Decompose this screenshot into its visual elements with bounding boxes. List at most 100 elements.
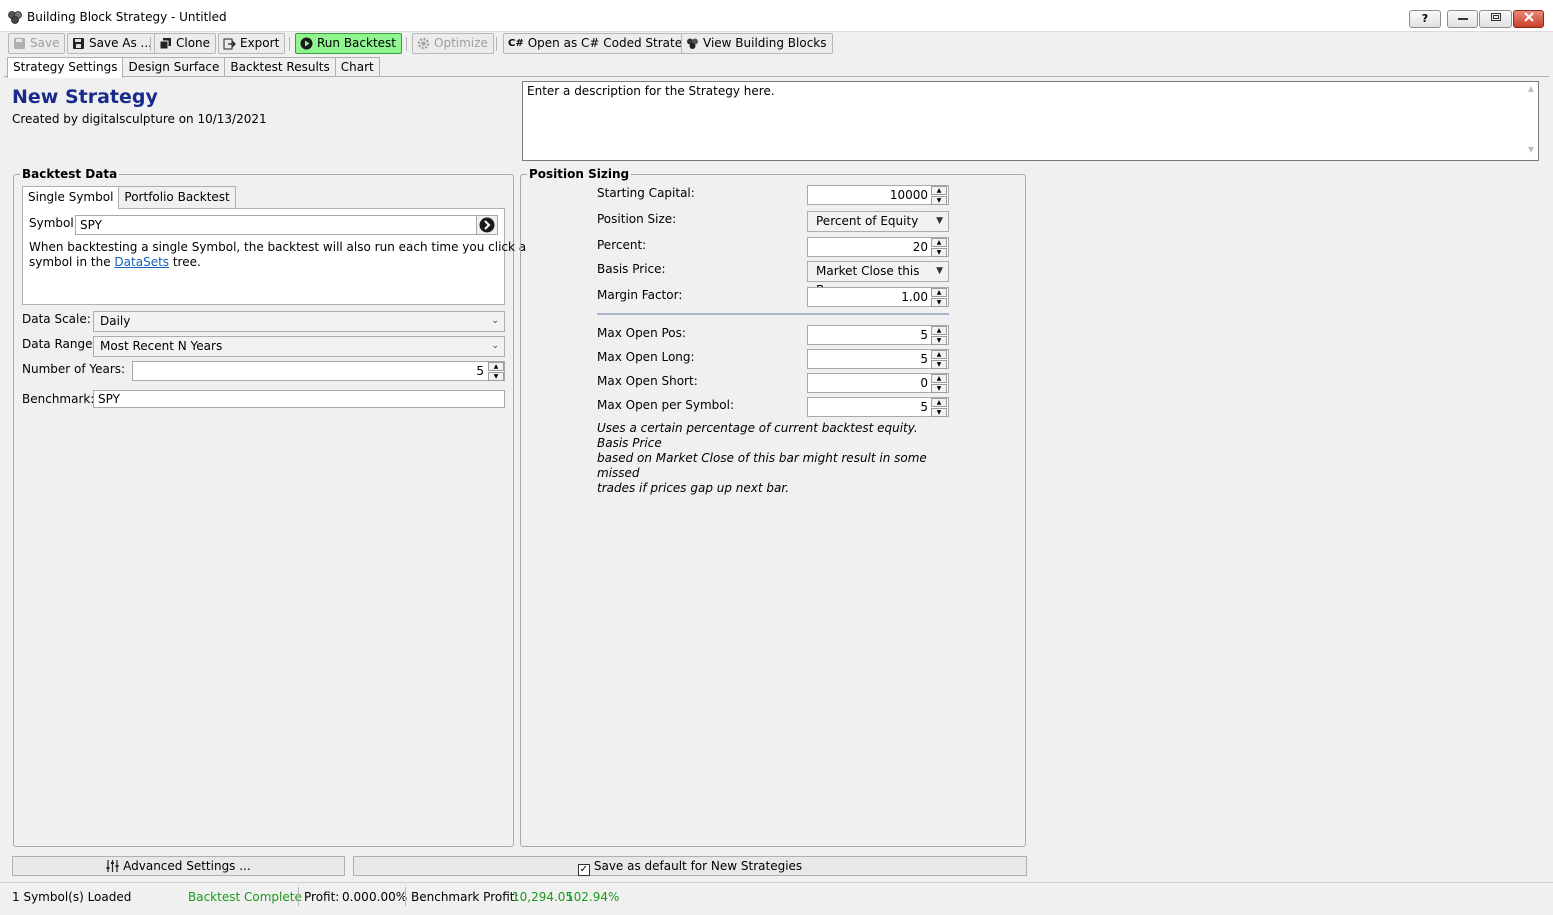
spin-up-icon[interactable]: ▲	[931, 350, 947, 359]
max-open-short-spinner[interactable]: ▲ ▼	[931, 374, 947, 393]
max-open-short-input[interactable]: 0	[807, 373, 949, 393]
position-sizing-label: Position Sizing	[527, 167, 632, 181]
main-tabs: Strategy Settings Design Surface Backtes…	[7, 57, 380, 78]
basis-price-select[interactable]: Market Close this Bar ▼	[807, 261, 949, 297]
description-scrollbar[interactable]: ▲ ▼	[1524, 82, 1538, 160]
tab-strategy-settings[interactable]: Strategy Settings	[7, 57, 124, 78]
toolbar-separator	[496, 37, 497, 51]
help-button[interactable]: ?	[1409, 10, 1441, 28]
percent-input[interactable]: 20	[807, 237, 949, 257]
max-open-pos-input[interactable]: 5	[807, 325, 949, 345]
building-blocks-app-icon	[8, 11, 22, 24]
toolbar-separator	[150, 37, 151, 51]
margin-factor-spinner[interactable]: ▲ ▼	[931, 288, 947, 307]
save-as-button[interactable]: Save As ...	[67, 33, 158, 54]
help-text-pre: symbol in the	[29, 255, 115, 269]
spin-down-icon[interactable]: ▼	[931, 360, 947, 369]
basis-price-label: Basis Price:	[597, 262, 666, 276]
datasets-link[interactable]: DataSets	[114, 255, 169, 269]
symbols-loaded-status: 1 Symbol(s) Loaded	[12, 890, 132, 904]
benchmark-profit-value: 10,294.05	[512, 890, 574, 904]
floppy-disk-icon	[14, 38, 25, 49]
tab-single-symbol[interactable]: Single Symbol	[22, 186, 120, 209]
spin-down-icon[interactable]: ▼	[931, 408, 947, 417]
max-open-long-input[interactable]: 5	[807, 349, 949, 369]
tabs-divider	[4, 76, 1549, 77]
dropdown-arrow-icon: ▼	[936, 216, 943, 226]
csharp-icon: C#	[508, 38, 524, 49]
arrow-right-circle-icon	[479, 217, 495, 233]
tab-backtest-results[interactable]: Backtest Results	[224, 57, 336, 77]
save-button[interactable]: Save	[8, 33, 66, 54]
spin-down-icon[interactable]: ▼	[931, 384, 947, 393]
number-of-years-spinner[interactable]: ▲ ▼	[488, 362, 504, 381]
spin-up-icon[interactable]: ▲	[931, 326, 947, 335]
symbol-input[interactable]: SPY	[75, 215, 477, 235]
advanced-settings-label: Advanced Settings ...	[123, 859, 251, 873]
building-blocks-icon	[687, 38, 698, 49]
starting-capital-spinner[interactable]: ▲ ▼	[931, 186, 947, 205]
spin-up-icon[interactable]: ▲	[488, 362, 504, 371]
spin-down-icon[interactable]: ▼	[488, 372, 504, 381]
benchmark-profit-percent: 102.94%	[566, 890, 620, 904]
close-button[interactable]	[1513, 10, 1544, 28]
backtest-state-status: Backtest Complete	[188, 890, 302, 904]
spin-up-icon[interactable]: ▲	[931, 398, 947, 407]
minimize-button[interactable]	[1447, 10, 1478, 28]
open-csharp-button[interactable]: C# Open as C# Coded Strategy	[503, 33, 703, 54]
strategy-title: New Strategy	[12, 86, 158, 108]
save-as-default-checkbox[interactable]: ✓ Save as default for New Strategies	[353, 856, 1027, 876]
number-of-years-input[interactable]: 5	[132, 361, 505, 381]
spin-down-icon[interactable]: ▼	[931, 196, 947, 205]
spin-down-icon[interactable]: ▼	[931, 336, 947, 345]
position-size-select[interactable]: Percent of Equity ▼	[807, 211, 949, 232]
clone-button[interactable]: Clone	[154, 33, 217, 54]
scroll-down-icon: ▼	[1527, 145, 1535, 154]
restore-icon	[1490, 13, 1501, 21]
max-open-per-symbol-input[interactable]: 5	[807, 397, 949, 417]
margin-factor-input[interactable]: 1.00	[807, 287, 949, 307]
toolbar-separator	[406, 37, 407, 51]
tab-chart[interactable]: Chart	[334, 57, 380, 77]
starting-capital-input[interactable]: 10000	[807, 185, 949, 205]
max-open-long-spinner[interactable]: ▲ ▼	[931, 350, 947, 369]
position-size-value: Percent of Equity	[816, 214, 919, 228]
scroll-up-icon: ▲	[1527, 84, 1535, 93]
benchmark-profit-label: Benchmark Profit:	[411, 890, 519, 904]
spin-up-icon[interactable]: ▲	[931, 238, 947, 247]
symbol-label: Symbol:	[29, 216, 78, 230]
advanced-settings-button[interactable]: Advanced Settings ...	[12, 856, 345, 876]
spin-down-icon[interactable]: ▼	[931, 248, 947, 257]
export-button[interactable]: Export	[218, 33, 286, 54]
position-sizing-group: Position Sizing	[520, 167, 1026, 847]
spin-down-icon[interactable]: ▼	[931, 298, 947, 307]
starting-capital-label: Starting Capital:	[597, 186, 695, 200]
backtest-mode-tabs: Single Symbol Portfolio Backtest	[22, 186, 236, 209]
save-as-label: Save As ...	[89, 36, 152, 50]
max-open-long-label: Max Open Long:	[597, 350, 695, 364]
note-line: trades if prices gap up next bar.	[597, 481, 790, 495]
spin-up-icon[interactable]: ▲	[931, 288, 947, 297]
max-open-pos-spinner[interactable]: ▲ ▼	[931, 326, 947, 345]
data-range-select[interactable]: Most Recent N Years ⌄	[93, 336, 505, 357]
spin-up-icon[interactable]: ▲	[931, 374, 947, 383]
view-building-blocks-button[interactable]: View Building Blocks	[681, 33, 833, 54]
benchmark-input[interactable]: SPY	[93, 390, 505, 408]
single-symbol-help-line1: When backtesting a single Symbol, the ba…	[29, 240, 527, 254]
description-textarea[interactable]: Enter a description for the Strategy her…	[522, 81, 1539, 161]
data-scale-select[interactable]: Daily ⌄	[93, 311, 505, 332]
max-open-per-symbol-spinner[interactable]: ▲ ▼	[931, 398, 947, 417]
percent-spinner[interactable]: ▲ ▼	[931, 238, 947, 257]
tab-design-surface[interactable]: Design Surface	[122, 57, 226, 77]
note-line: Uses a certain percentage of current bac…	[597, 421, 918, 450]
symbol-go-button[interactable]	[476, 215, 498, 235]
spin-up-icon[interactable]: ▲	[931, 186, 947, 195]
chevron-down-icon: ⌄	[491, 341, 499, 351]
clone-icon	[159, 38, 171, 50]
number-of-years-label: Number of Years:	[22, 362, 126, 376]
optimize-button[interactable]: Optimize	[412, 33, 494, 54]
tab-portfolio-backtest[interactable]: Portfolio Backtest	[118, 186, 236, 208]
run-backtest-button[interactable]: Run Backtest	[295, 33, 403, 54]
restore-button[interactable]	[1479, 10, 1512, 28]
window-title: Building Block Strategy - Untitled	[27, 10, 227, 24]
